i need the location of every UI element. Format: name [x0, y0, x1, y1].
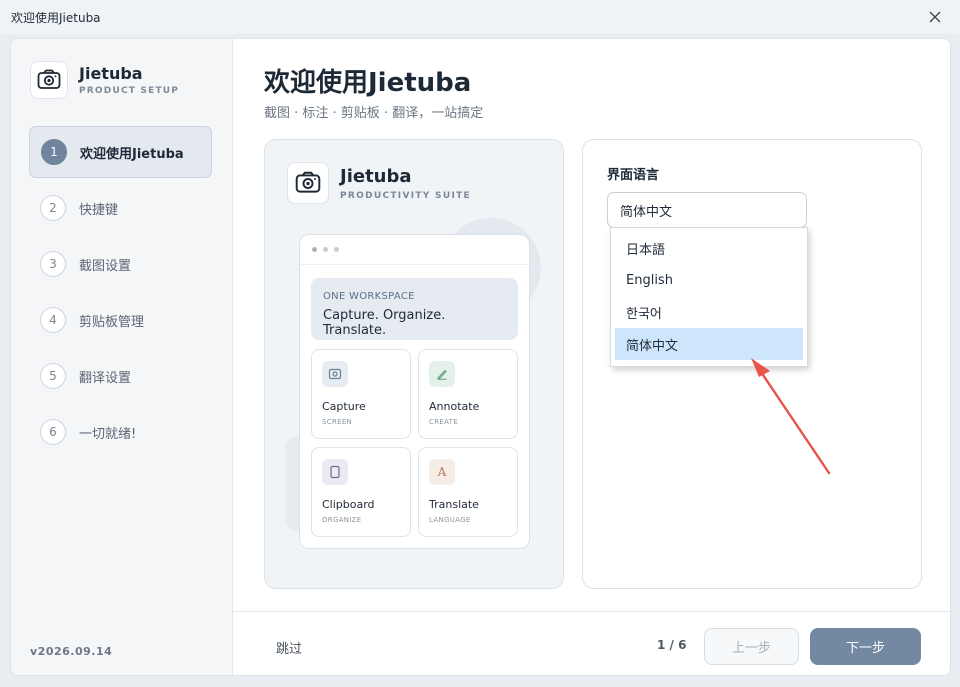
camera-icon	[322, 361, 348, 387]
tile-annotate: Annotate CREATE	[418, 349, 518, 439]
camera-logo-icon	[287, 162, 329, 204]
tile-subtitle: ORGANIZE	[322, 516, 362, 524]
page-subtitle: 截图 · 标注 · 剪贴板 · 翻译，一站搞定	[264, 106, 484, 121]
step-label: 快捷键	[79, 202, 119, 218]
next-button[interactable]: 下一步	[810, 628, 921, 665]
language-option[interactable]: English	[615, 264, 803, 296]
window-title: 欢迎使用Jietuba	[11, 10, 101, 25]
tile-title: Capture	[322, 400, 366, 413]
step-shortcuts[interactable]: 2 快捷键	[29, 182, 212, 234]
language-label: 界面语言	[607, 168, 660, 183]
tile-translate: A Translate LANGUAGE	[418, 447, 518, 537]
close-icon[interactable]	[926, 8, 944, 26]
step-number: 5	[40, 363, 66, 389]
app-mockup: ONE WORKSPACE Capture. Organize. Transla…	[299, 234, 530, 549]
preview-brand: Jietuba PRODUCTIVITY SUITE	[287, 162, 471, 204]
step-clipboard[interactable]: 4 剪贴板管理	[29, 294, 212, 346]
window-titlebar: 欢迎使用Jietuba	[0, 0, 960, 34]
brand-subtitle: PRODUCT SETUP	[79, 86, 180, 96]
window-dot	[334, 247, 339, 252]
tile-subtitle: LANGUAGE	[429, 516, 471, 524]
pen-icon	[429, 361, 455, 387]
prev-button[interactable]: 上一步	[704, 628, 799, 665]
language-dropdown: 日本語 English 한국어 简体中文	[610, 227, 808, 367]
step-label: 一切就绪!	[79, 426, 137, 442]
tile-capture: Capture SCREEN	[311, 349, 411, 439]
letter-a-icon: A	[429, 459, 455, 485]
banner-text: Capture. Organize. Translate.	[323, 308, 446, 338]
step-label: 翻译设置	[79, 370, 132, 386]
page-title: 欢迎使用Jietuba	[264, 68, 472, 98]
window-dot	[312, 247, 317, 252]
language-option[interactable]: 日本語	[615, 232, 803, 264]
page-indicator: 1 / 6	[657, 638, 687, 652]
tile-title: Annotate	[429, 400, 480, 413]
skip-link[interactable]: 跳过	[276, 638, 302, 657]
version-label: v2026.09.14	[30, 645, 113, 658]
product-preview-card: Jietuba PRODUCTIVITY SUITE ONE WORKSPACE…	[264, 139, 564, 589]
main-content: 欢迎使用Jietuba 截图 · 标注 · 剪贴板 · 翻译，一站搞定 Jiet	[233, 39, 950, 675]
banner-eyebrow: ONE WORKSPACE	[323, 291, 415, 302]
step-number: 3	[40, 251, 66, 277]
language-settings-card: 界面语言 简体中文 日本語 English 한국어 简体中文	[582, 139, 922, 589]
tile-title: Translate	[429, 498, 479, 511]
camera-logo-icon	[30, 61, 68, 99]
step-label: 剪贴板管理	[79, 314, 145, 330]
mockup-titlebar	[300, 235, 529, 265]
setup-wizard: Jietuba PRODUCT SETUP 1 欢迎使用Jietuba 2 快捷…	[10, 38, 951, 676]
tile-subtitle: SCREEN	[322, 418, 353, 426]
preview-brand-name: Jietuba	[340, 165, 412, 187]
step-number: 1	[41, 139, 67, 165]
window-dot	[323, 247, 328, 252]
language-option-selected[interactable]: 简体中文	[615, 328, 803, 360]
step-number: 6	[40, 419, 66, 445]
step-welcome[interactable]: 1 欢迎使用Jietuba	[29, 126, 212, 178]
tile-title: Clipboard	[322, 498, 375, 511]
language-select[interactable]: 简体中文	[607, 192, 807, 228]
step-label: 欢迎使用Jietuba	[80, 146, 184, 162]
tile-clipboard: Clipboard ORGANIZE	[311, 447, 411, 537]
workspace-banner: ONE WORKSPACE Capture. Organize. Transla…	[311, 278, 518, 340]
step-screenshot-settings[interactable]: 3 截图设置	[29, 238, 212, 290]
step-list: 1 欢迎使用Jietuba 2 快捷键 3 截图设置 4 剪贴板管理 5 翻译设…	[29, 126, 212, 462]
wizard-footer: 跳过 1 / 6 上一步 下一步	[233, 611, 950, 675]
brand-name: Jietuba	[79, 64, 143, 83]
step-number: 4	[40, 307, 66, 333]
preview-brand-subtitle: PRODUCTIVITY SUITE	[340, 190, 471, 201]
clipboard-icon	[322, 459, 348, 485]
step-label: 截图设置	[79, 258, 132, 274]
sidebar: Jietuba PRODUCT SETUP 1 欢迎使用Jietuba 2 快捷…	[11, 39, 233, 675]
language-option[interactable]: 한국어	[615, 296, 803, 328]
step-translation[interactable]: 5 翻译设置	[29, 350, 212, 402]
tile-subtitle: CREATE	[429, 418, 458, 426]
step-ready[interactable]: 6 一切就绪!	[29, 406, 212, 458]
sidebar-brand: Jietuba PRODUCT SETUP	[30, 61, 179, 99]
step-number: 2	[40, 195, 66, 221]
